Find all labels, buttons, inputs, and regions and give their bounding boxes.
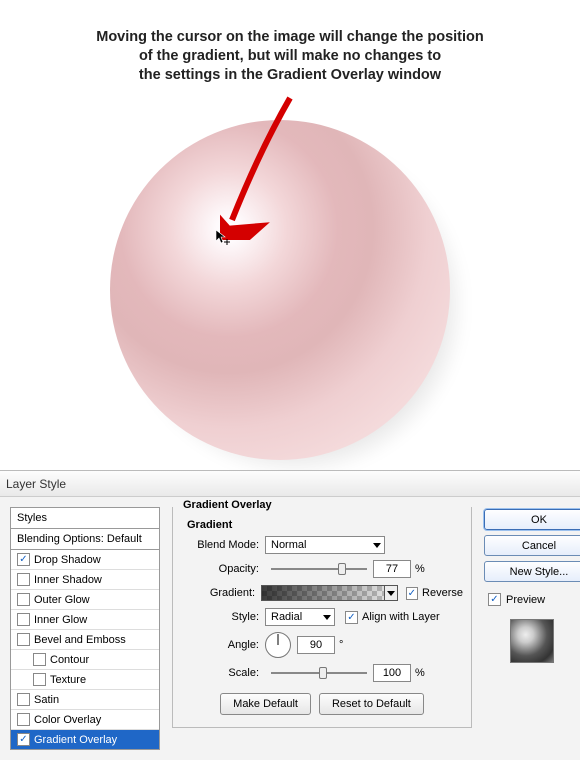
- style-checkbox[interactable]: [17, 633, 30, 646]
- opacity-unit: %: [415, 563, 425, 575]
- dialog-right-buttons: OK Cancel New Style... Preview: [484, 507, 580, 750]
- new-style-button[interactable]: New Style...: [484, 561, 580, 582]
- angle-label: Angle:: [181, 639, 265, 651]
- blend-mode-label: Blend Mode:: [181, 539, 265, 551]
- angle-dial[interactable]: [265, 632, 291, 658]
- scale-value[interactable]: 100: [373, 664, 411, 682]
- dialog-title: Layer Style: [6, 477, 66, 491]
- chevron-down-icon: [373, 543, 381, 548]
- group-title: Gradient Overlay: [179, 499, 276, 511]
- align-checkbox[interactable]: [345, 611, 358, 624]
- gradient-label: Gradient:: [181, 587, 261, 599]
- dialog-titlebar[interactable]: Layer Style: [0, 471, 580, 497]
- preview-swatch: [510, 619, 554, 663]
- caption-line-1: Moving the cursor on the image will chan…: [0, 28, 580, 47]
- annotation-arrow: [220, 90, 310, 240]
- scale-unit: %: [415, 667, 425, 679]
- style-checkbox[interactable]: [17, 613, 30, 626]
- slider-thumb[interactable]: [319, 667, 327, 679]
- scale-slider[interactable]: [271, 672, 367, 674]
- style-row-drop-shadow[interactable]: Drop Shadow: [11, 550, 159, 570]
- style-row-color-overlay[interactable]: Color Overlay: [11, 710, 159, 730]
- preview-label: Preview: [506, 594, 545, 606]
- gradient-swatch[interactable]: [261, 585, 385, 601]
- subgroup-title: Gradient: [187, 519, 463, 531]
- style-row-inner-shadow[interactable]: Inner Shadow: [11, 570, 159, 590]
- style-label: Contour: [50, 654, 89, 666]
- style-checkbox[interactable]: [17, 573, 30, 586]
- style-checkbox[interactable]: [17, 733, 30, 746]
- angle-dial-hand: [278, 634, 279, 645]
- caption-line-3: the settings in the Gradient Overlay win…: [0, 66, 580, 85]
- style-row-gradient-overlay[interactable]: Gradient Overlay: [11, 730, 159, 749]
- caption-line-2: of the gradient, but will make no change…: [0, 47, 580, 66]
- style-label: Gradient Overlay: [34, 734, 117, 746]
- ok-button[interactable]: OK: [484, 509, 580, 530]
- style-checkbox[interactable]: [17, 693, 30, 706]
- scale-label: Scale:: [181, 667, 265, 679]
- style-label: Style:: [181, 611, 265, 623]
- layer-style-dialog: Layer Style Styles Blending Options: Def…: [0, 470, 580, 778]
- style-value: Radial: [271, 611, 302, 623]
- opacity-label: Opacity:: [181, 563, 265, 575]
- chevron-down-icon: [387, 591, 395, 596]
- style-label: Color Overlay: [34, 714, 101, 726]
- style-row-outer-glow[interactable]: Outer Glow: [11, 590, 159, 610]
- make-default-button[interactable]: Make Default: [220, 693, 311, 715]
- style-label: Inner Glow: [34, 614, 87, 626]
- opacity-slider[interactable]: [271, 568, 367, 570]
- style-dropdown[interactable]: Radial: [265, 608, 335, 626]
- preview-checkbox[interactable]: [488, 593, 501, 606]
- caption: Moving the cursor on the image will chan…: [0, 28, 580, 85]
- chevron-down-icon: [323, 615, 331, 620]
- style-checkbox[interactable]: [17, 713, 30, 726]
- style-checkbox[interactable]: [33, 673, 46, 686]
- style-checkbox[interactable]: [17, 593, 30, 606]
- style-label: Texture: [50, 674, 86, 686]
- move-cursor-icon: [216, 230, 232, 246]
- style-label: Inner Shadow: [34, 574, 102, 586]
- angle-value[interactable]: 90: [297, 636, 335, 654]
- style-row-inner-glow[interactable]: Inner Glow: [11, 610, 159, 630]
- style-checkbox[interactable]: [17, 553, 30, 566]
- style-label: Outer Glow: [34, 594, 90, 606]
- align-label: Align with Layer: [362, 611, 440, 623]
- reset-default-button[interactable]: Reset to Default: [319, 693, 424, 715]
- reverse-label: Reverse: [422, 587, 463, 599]
- gradient-overlay-panel: Gradient Overlay Gradient Blend Mode: No…: [172, 507, 472, 750]
- blend-mode-value: Normal: [271, 539, 306, 551]
- style-row-contour[interactable]: Contour: [11, 650, 159, 670]
- style-label: Drop Shadow: [34, 554, 101, 566]
- styles-header[interactable]: Styles: [11, 508, 159, 529]
- blend-mode-dropdown[interactable]: Normal: [265, 536, 385, 554]
- gradient-picker-dropdown[interactable]: [385, 585, 398, 601]
- style-row-texture[interactable]: Texture: [11, 670, 159, 690]
- style-label: Bevel and Emboss: [34, 634, 126, 646]
- opacity-value[interactable]: 77: [373, 560, 411, 578]
- blending-options-header[interactable]: Blending Options: Default: [11, 529, 159, 550]
- reverse-checkbox[interactable]: [406, 587, 418, 600]
- cancel-button[interactable]: Cancel: [484, 535, 580, 556]
- style-checkbox[interactable]: [33, 653, 46, 666]
- style-row-bevel-and-emboss[interactable]: Bevel and Emboss: [11, 630, 159, 650]
- style-label: Satin: [34, 694, 59, 706]
- slider-thumb[interactable]: [338, 563, 346, 575]
- styles-panel: Styles Blending Options: Default Drop Sh…: [10, 507, 160, 750]
- style-row-satin[interactable]: Satin: [11, 690, 159, 710]
- illustration-canvas: Moving the cursor on the image will chan…: [0, 0, 580, 470]
- angle-unit: °: [339, 639, 343, 651]
